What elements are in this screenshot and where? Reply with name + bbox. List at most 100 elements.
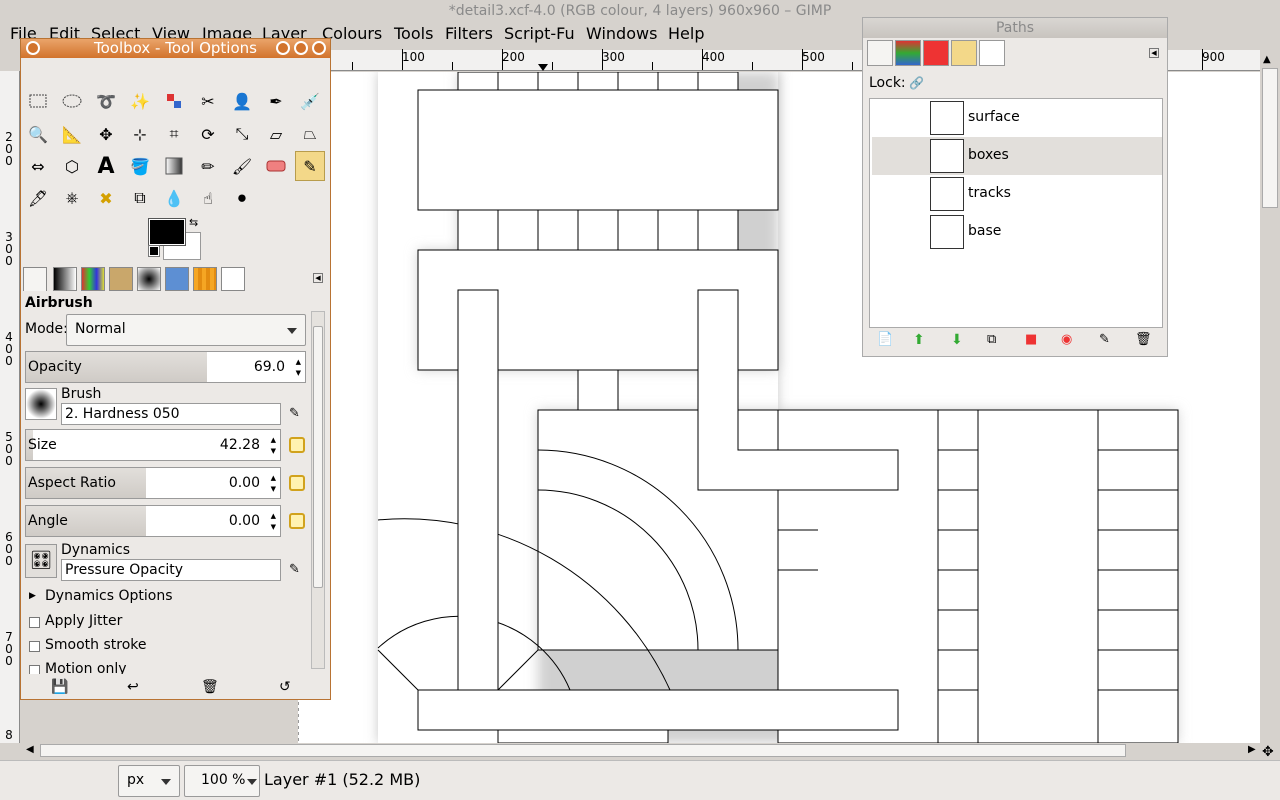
flip-icon[interactable]: ⇔ [23, 151, 53, 181]
crop-icon[interactable]: ⌗ [159, 119, 189, 149]
navigate-icon[interactable]: ✥ [1262, 744, 1274, 760]
swap-colors-icon[interactable]: ⇆ [189, 216, 198, 229]
eraser-icon[interactable] [261, 151, 291, 181]
move-icon[interactable]: ✥ [91, 119, 121, 149]
reset-options-icon[interactable]: ↺ [279, 679, 297, 695]
text-tool-icon[interactable]: A [91, 151, 121, 181]
hscroll-thumb[interactable] [40, 744, 1126, 757]
heal-icon[interactable]: ✖ [91, 183, 121, 213]
clone-icon[interactable]: ⎈ [57, 183, 87, 213]
stroke-path-icon[interactable]: ✎ [1099, 332, 1117, 350]
opacity-slider[interactable]: Opacity 69.0 ▲ ▼ [25, 351, 306, 383]
tool-options-scrollbar[interactable] [311, 311, 325, 669]
delete-options-icon[interactable]: 🗑 [201, 679, 219, 695]
align-icon[interactable]: ⊹ [125, 119, 155, 149]
spin-down-icon[interactable]: ▼ [271, 486, 276, 493]
menu-tools[interactable]: Tools [394, 22, 433, 46]
path-row-tracks[interactable]: tracks [872, 175, 1162, 213]
path-row-base[interactable]: base [872, 213, 1162, 251]
lower-path-icon[interactable]: ⬇ [951, 332, 969, 350]
ink-icon[interactable]: 🖋 [23, 183, 53, 213]
airbrush-icon[interactable]: ✎ [295, 151, 325, 181]
measure-icon[interactable]: 📐 [57, 119, 87, 149]
smudge-icon[interactable]: ☝ [193, 183, 223, 213]
rect-select-icon[interactable] [23, 86, 53, 116]
menu-circle-icon[interactable] [26, 41, 40, 55]
foreground-color-swatch[interactable] [148, 218, 186, 246]
spin-down-icon[interactable]: ▼ [296, 370, 301, 377]
tab-menu-icon[interactable]: ◀ [313, 273, 323, 283]
dynamics-field[interactable]: Pressure Opacity [61, 559, 281, 581]
free-select-icon[interactable]: ➰ [91, 86, 121, 116]
menu-help[interactable]: Help [668, 22, 704, 46]
dynamics-icon[interactable]: 🎛 [25, 544, 57, 578]
menu-script-fu[interactable]: Script-Fu [504, 22, 575, 46]
restore-options-icon[interactable]: ↩ [127, 679, 145, 695]
save-options-icon[interactable]: 💾 [51, 679, 69, 695]
brush-preview[interactable] [25, 388, 57, 420]
smooth-stroke-checkbox[interactable] [29, 641, 40, 652]
undo-tab-icon[interactable] [951, 40, 977, 66]
unit-selector[interactable]: px [118, 765, 180, 797]
ellipse-select-icon[interactable] [57, 86, 87, 116]
tool-options-tab-icon[interactable] [23, 267, 47, 291]
foreground-select-icon[interactable]: 👤 [227, 86, 257, 116]
zoom-selector[interactable]: 100 % [184, 765, 260, 797]
maximize-icon[interactable] [294, 41, 308, 55]
duplicate-path-icon[interactable]: ⧉ [987, 332, 1005, 350]
selection-to-path-icon[interactable]: ◉ [1061, 332, 1079, 350]
images-tab-icon[interactable] [109, 267, 133, 291]
pencil-icon[interactable]: ✏ [193, 151, 223, 181]
size-slider[interactable]: Size 42.28 ▲ ▼ [25, 429, 281, 461]
default-colors-icon[interactable] [148, 245, 160, 257]
angle-slider[interactable]: Angle 0.00 ▲ ▼ [25, 505, 281, 537]
select-by-color-icon[interactable] [159, 86, 189, 116]
spin-up-icon[interactable]: ▲ [296, 359, 301, 366]
gradients-tab-icon[interactable] [53, 267, 77, 291]
new-path-icon[interactable]: 📄 [877, 332, 895, 350]
shear-icon[interactable]: ▱ [261, 119, 291, 149]
blur-sharpen-icon[interactable]: 💧 [159, 183, 189, 213]
scale-icon[interactable]: ⤡ [227, 119, 257, 149]
delete-path-icon[interactable]: 🗑 [1135, 332, 1153, 350]
mode-select[interactable]: Normal [66, 314, 306, 346]
fuzzy-select-icon[interactable]: ✨ [125, 86, 155, 116]
perspective-clone-icon[interactable]: ⧉ [125, 183, 155, 213]
scissors-icon[interactable]: ✂ [193, 86, 223, 116]
brushes-tab-icon[interactable] [137, 267, 161, 291]
color-picker-icon[interactable]: 💉 [295, 86, 325, 116]
scroll-right-icon[interactable]: ▶ [1248, 744, 1256, 755]
spin-up-icon[interactable]: ▲ [271, 513, 276, 520]
spin-up-icon[interactable]: ▲ [271, 475, 276, 482]
close-icon[interactable] [312, 41, 326, 55]
layers-tab-icon[interactable] [895, 40, 921, 66]
motion-only-checkbox[interactable] [29, 665, 40, 674]
bucket-fill-icon[interactable]: 🪣 [125, 151, 155, 181]
vertical-scrollbar[interactable]: ▲ [1260, 50, 1280, 743]
paths-title[interactable]: Paths [863, 18, 1167, 38]
rotate-icon[interactable]: ⟳ [193, 119, 223, 149]
apply-jitter-checkbox[interactable] [29, 617, 40, 628]
zoom-icon[interactable]: 🔍 [23, 119, 53, 149]
spin-up-icon[interactable]: ▲ [271, 437, 276, 444]
menu-colours[interactable]: Colours [322, 22, 382, 46]
menu-windows[interactable]: Windows [586, 22, 657, 46]
tool-options-scroll-thumb[interactable] [313, 326, 323, 588]
path-to-selection-icon[interactable]: ■ [1025, 332, 1043, 350]
images-tab-icon[interactable] [979, 40, 1005, 66]
dodge-burn-icon[interactable]: ⚫ [227, 183, 257, 213]
menu-filters[interactable]: Filters [445, 22, 493, 46]
aspect-ratio-slider[interactable]: Aspect Ratio 0.00 ▲ ▼ [25, 467, 281, 499]
blend-icon[interactable] [159, 151, 189, 181]
tab-menu-icon[interactable]: ◀ [1149, 48, 1159, 58]
patterns-tab-icon[interactable] [193, 267, 217, 291]
lock-icon[interactable]: 🔗 [909, 76, 924, 90]
paths-tool-icon[interactable]: ✒ [261, 86, 291, 116]
edit-dynamics-icon[interactable]: ✎ [289, 562, 300, 577]
help-tab-icon[interactable] [165, 267, 189, 291]
vertical-ruler[interactable]: 2 0 0 3 0 0 4 0 0 5 0 0 6 0 0 7 0 0 8 [0, 71, 20, 743]
colors-tab-icon[interactable] [221, 267, 245, 291]
cage-transform-icon[interactable]: ⬡ [57, 151, 87, 181]
perspective-icon[interactable]: ⏢ [295, 119, 325, 149]
channels-tab-icon[interactable] [923, 40, 949, 66]
